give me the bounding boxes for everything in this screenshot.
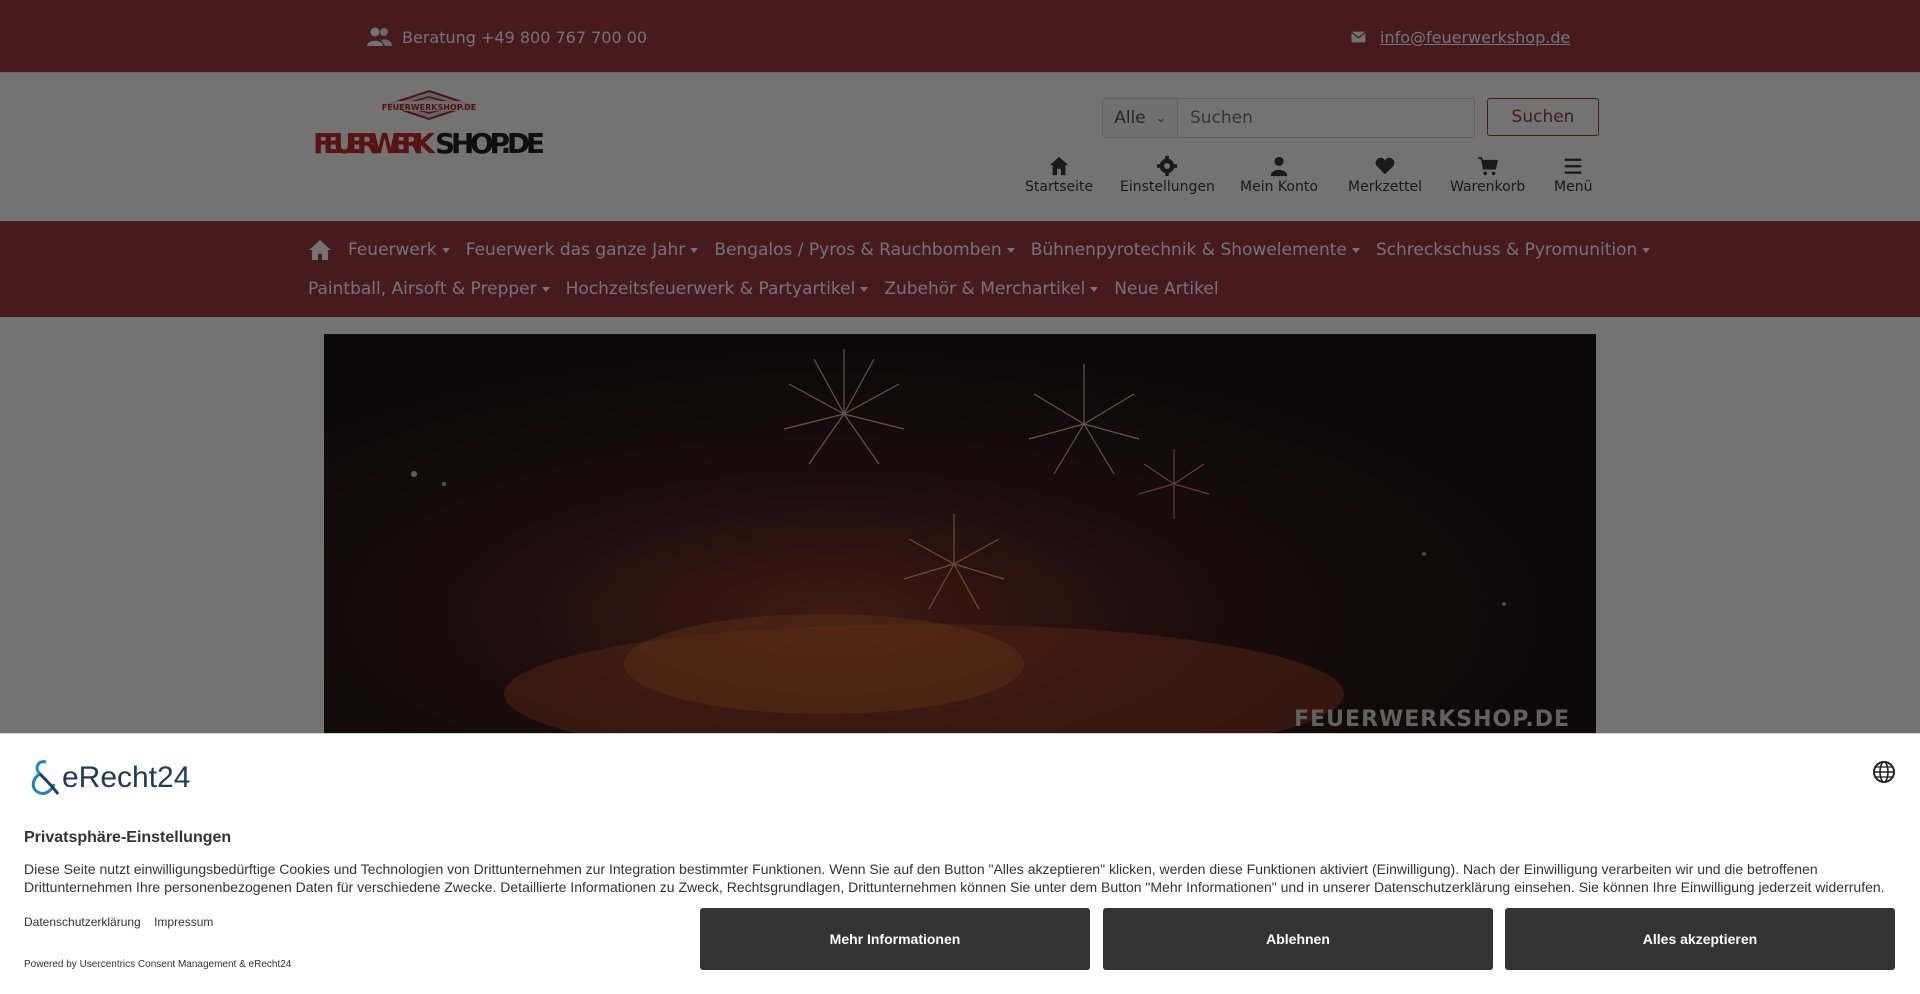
caret-down-icon: [690, 247, 699, 253]
main-navigation: Feuerwerk Feuerwerk das ganze Jahr Benga…: [0, 221, 1920, 317]
nav-item-zubehoer[interactable]: Zubehör & Merchartikel: [884, 279, 1099, 299]
nav-item-feuerwerk-ganzes-jahr[interactable]: Feuerwerk das ganze Jahr: [466, 240, 699, 260]
hero-banner-image[interactable]: FEUERWERKSHOP.DE: [324, 334, 1596, 734]
consent-title: Privatsphäre-Einstellungen: [24, 829, 232, 846]
search-box: Alle ⌄: [1102, 98, 1475, 138]
decline-button[interactable]: Ablehnen: [1103, 908, 1493, 970]
nav-settings-label: Einstellungen: [1120, 179, 1215, 195]
nav-wishlist[interactable]: Merkzettel: [1348, 155, 1422, 195]
cart-icon: [1477, 157, 1498, 176]
consent-brand-name: eRecht24: [62, 761, 191, 794]
svg-text:FEUERWERKSHOP.DE: FEUERWERKSHOP.DE: [382, 103, 477, 112]
search-input[interactable]: [1178, 99, 1474, 137]
email-link[interactable]: info@feuerwerkshop.de: [1380, 28, 1570, 47]
consent-links: Datenschutzerklärung Impressum: [24, 915, 223, 929]
nav-account[interactable]: Mein Konto: [1240, 155, 1318, 195]
imprint-link[interactable]: Impressum: [154, 915, 213, 929]
caret-down-icon: [1090, 286, 1099, 292]
nav-item-label: Schreckschuss & Pyromunition: [1375, 240, 1638, 260]
nav-menu-label: Menü: [1554, 179, 1593, 195]
caret-down-icon: [1006, 247, 1015, 253]
nav-item-bengalos[interactable]: Bengalos / Pyros & Rauchbomben: [714, 240, 1015, 260]
nav-menu[interactable]: Menü: [1554, 155, 1592, 195]
nav-item-label: Hochzeitsfeuerwerk & Partyartikel: [565, 279, 856, 299]
cookie-consent-banner: eRecht24 Privatsphäre-Einstellungen Dies…: [0, 733, 1920, 994]
nav-item-label: Feuerwerk: [348, 240, 437, 260]
nav-item-schreckschuss[interactable]: Schreckschuss & Pyromunition: [1375, 240, 1651, 260]
nav-item-buehnenpyrotechnik[interactable]: Bühnenpyrotechnik & Showelemente: [1031, 240, 1360, 260]
nav-row-2: Paintball, Airsoft & Prepper Hochzeitsfe…: [308, 279, 1235, 299]
phone-text: Beratung +49 800 767 700 00: [402, 27, 648, 47]
users-icon: [367, 27, 392, 46]
fireworks-illustration: [411, 349, 1506, 734]
email-contact: info@feuerwerkshop.de: [1350, 26, 1570, 48]
phone-contact: Beratung +49 800 767 700 00: [366, 26, 647, 48]
search-category-select[interactable]: Alle ⌄: [1103, 99, 1178, 137]
nav-item-label: Neue Artikel: [1114, 279, 1219, 299]
nav-settings[interactable]: Einstellungen: [1120, 155, 1215, 195]
gear-icon: [1157, 155, 1178, 177]
nav-item-neue-artikel[interactable]: Neue Artikel: [1114, 279, 1218, 299]
search-button[interactable]: Suchen: [1487, 98, 1599, 136]
envelope-icon: [1351, 31, 1366, 43]
privacy-policy-link[interactable]: Datenschutzerklärung: [24, 915, 141, 929]
nav-account-label: Mein Konto: [1240, 179, 1318, 195]
nav-home-label: Startseite: [1025, 179, 1094, 195]
nav-item-label: Bühnenpyrotechnik & Showelemente: [1030, 240, 1347, 260]
caret-down-icon: [541, 286, 550, 292]
nav-item-label: Zubehör & Merchartikel: [884, 279, 1086, 299]
heart-icon: [1375, 157, 1395, 175]
language-globe-icon[interactable]: [1872, 760, 1896, 784]
home-icon[interactable]: [308, 239, 332, 261]
hamburger-icon: [1564, 158, 1582, 174]
top-contact-bar: Beratung +49 800 767 700 00 info@feuerwe…: [0, 0, 1920, 72]
home-icon: [1049, 156, 1069, 176]
nav-item-hochzeitsfeuerwerk[interactable]: Hochzeitsfeuerwerk & Partyartikel: [566, 279, 869, 299]
search-category-label: Alle: [1114, 108, 1146, 128]
consent-brand: eRecht24: [24, 758, 190, 798]
nav-item-feuerwerk[interactable]: Feuerwerk: [348, 240, 450, 260]
nav-item-label: Bengalos / Pyros & Rauchbomben: [714, 240, 1002, 260]
hero-watermark: FEUERWERKSHOP.DE: [1294, 707, 1570, 732]
svg-text:SHOP.DE: SHOP.DE: [435, 127, 545, 159]
nav-item-paintball[interactable]: Paintball, Airsoft & Prepper: [308, 279, 550, 299]
erecht24-logo-icon: [31, 760, 60, 795]
accept-all-button[interactable]: Alles akzeptieren: [1505, 908, 1895, 970]
chevron-down-icon: ⌄: [1155, 111, 1166, 125]
nav-item-label: Paintball, Airsoft & Prepper: [308, 279, 537, 299]
consent-description: Diese Seite nutzt einwilligungsbedürftig…: [24, 861, 1885, 895]
nav-row-1: Feuerwerk Feuerwerk das ganze Jahr Benga…: [308, 239, 1666, 261]
caret-down-icon: [1351, 247, 1360, 253]
nav-cart[interactable]: Warenkorb: [1450, 155, 1525, 195]
site-logo[interactable]: FEUERWERKSHOP.DE FEUERWERK SHOP.DE: [313, 89, 545, 159]
site-header: FEUERWERKSHOP.DE FEUERWERK SHOP.DE Alle …: [0, 72, 1920, 222]
caret-down-icon: [1642, 247, 1651, 253]
main-content: FEUERWERKSHOP.DE: [0, 317, 1920, 734]
nav-cart-label: Warenkorb: [1450, 179, 1526, 195]
user-icon: [1270, 156, 1288, 177]
more-info-button[interactable]: Mehr Informationen: [700, 908, 1090, 970]
caret-down-icon: [441, 247, 450, 253]
nav-wishlist-label: Merkzettel: [1348, 179, 1422, 195]
caret-down-icon: [860, 286, 869, 292]
powered-by-text: Powered by Usercentrics Consent Manageme…: [24, 959, 292, 970]
nav-home[interactable]: Startseite: [1025, 155, 1093, 195]
svg-text:FEUERWERK: FEUERWERK: [313, 127, 436, 159]
nav-item-label: Feuerwerk das ganze Jahr: [465, 240, 686, 260]
